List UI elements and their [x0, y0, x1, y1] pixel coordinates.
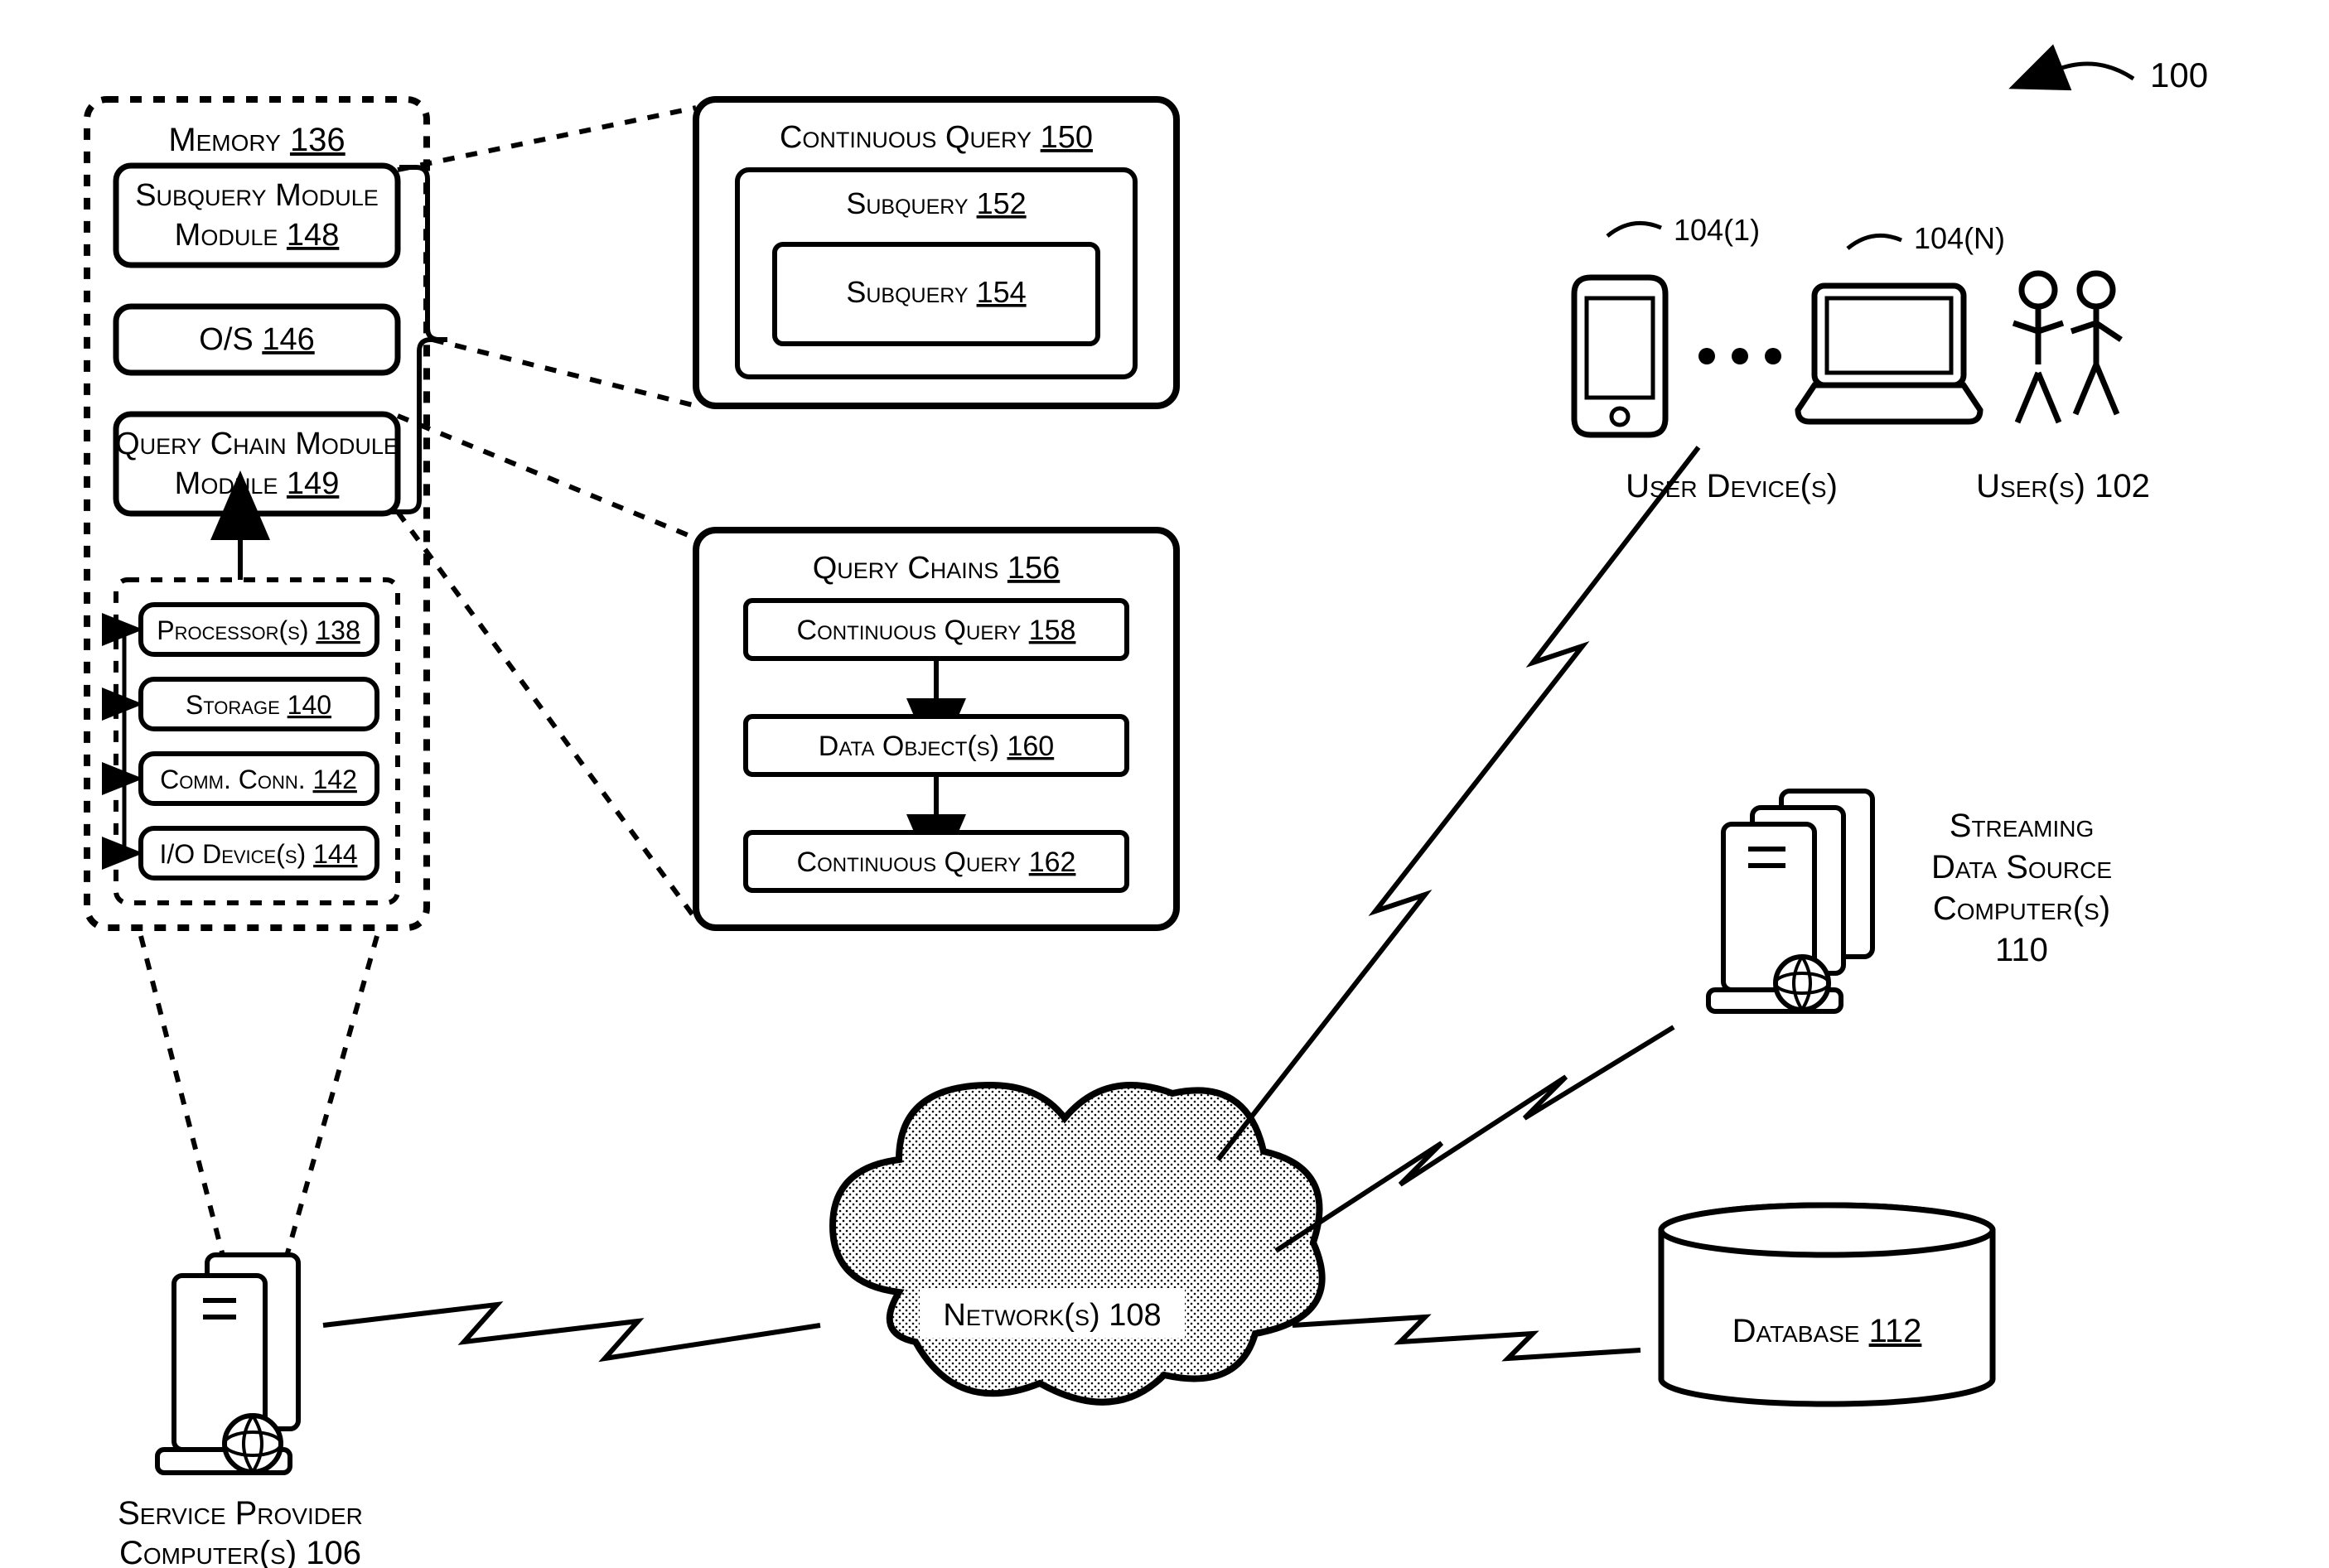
subquery-module-line2: Subquery ModuleModule 148 [175, 218, 340, 253]
streaming-l2: Data Source [1931, 849, 2112, 885]
subq-outer: Subquery 152 [846, 186, 1026, 220]
streaming-l1: Streaming [1950, 808, 2094, 844]
figure-number: 100 [2055, 55, 2208, 94]
commconn-label: Comm. Conn. 142 [160, 765, 357, 794]
cq2: Continuous Query 162 [797, 847, 1076, 878]
query-chains-panel: Query Chains 156 Continuous Query 158 Da… [398, 416, 1177, 928]
streaming-l3: Computer(s) [1933, 890, 2110, 927]
streaming-num: 110 [1995, 932, 2048, 968]
qcm-title: Query Chain Module [115, 427, 399, 461]
device-1-label: 104(1) [1674, 213, 1760, 247]
detail-panel: Memory 136 Subquery Module Subquery Modu… [87, 99, 447, 928]
subq-inner: Subquery 154 [846, 275, 1026, 309]
network-cloud: Network(s) 108 [833, 1085, 1322, 1402]
storage-label: Storage 140 [186, 690, 331, 720]
database-label: Database 112 [1732, 1313, 1922, 1349]
user-devices-group: 104(1) 104(N) User Device(s) User(s) 102 [1574, 213, 2150, 504]
service-provider-label-2: Computer(s) 106 [119, 1535, 361, 1568]
figure-number-text: 100 [2150, 55, 2208, 94]
service-provider-label-1: Service Provider [118, 1495, 363, 1532]
dataobj: Data Object(s) 160 [819, 731, 1054, 762]
laptop-icon [1798, 286, 1980, 422]
streaming-group: Streaming Data Source Computer(s) 110 [1708, 791, 2112, 1011]
memory-title: Memory 136 [168, 122, 345, 158]
phone-icon [1574, 277, 1665, 435]
users-icon [2013, 273, 2121, 422]
subquery-module-title: Subquery Module [135, 178, 379, 213]
server-icon [157, 1255, 298, 1473]
device-n-label: 104(N) [1914, 221, 2005, 255]
processor-label: Processor(s) 138 [157, 615, 360, 645]
user-devices-label: User Device(s) [1626, 468, 1838, 504]
network-label: Network(s) 108 [943, 1298, 1161, 1333]
os-title: O/S 146 [199, 322, 314, 357]
server-stack-icon [1708, 791, 1872, 1011]
qcm-num: Module 149 [175, 466, 340, 501]
continuous-query-panel: Continuous Query 150 Subquery 152 Subque… [398, 99, 1177, 406]
io-label: I/O Device(s) 144 [160, 839, 358, 869]
database-group: Database 112 [1661, 1205, 1993, 1404]
users-label: User(s) 102 [1976, 468, 2150, 504]
ellipsis-icon [1698, 348, 1781, 364]
cq-title: Continuous Query 150 [780, 120, 1093, 155]
diagram: 100 Service Provider Computer(s) 106 Mem… [0, 0, 2329, 1568]
database-icon [1661, 1205, 1993, 1404]
service-provider-group: Service Provider Computer(s) 106 [118, 936, 377, 1568]
qc-title: Query Chains 156 [813, 551, 1061, 586]
cq1: Continuous Query 158 [797, 615, 1076, 646]
